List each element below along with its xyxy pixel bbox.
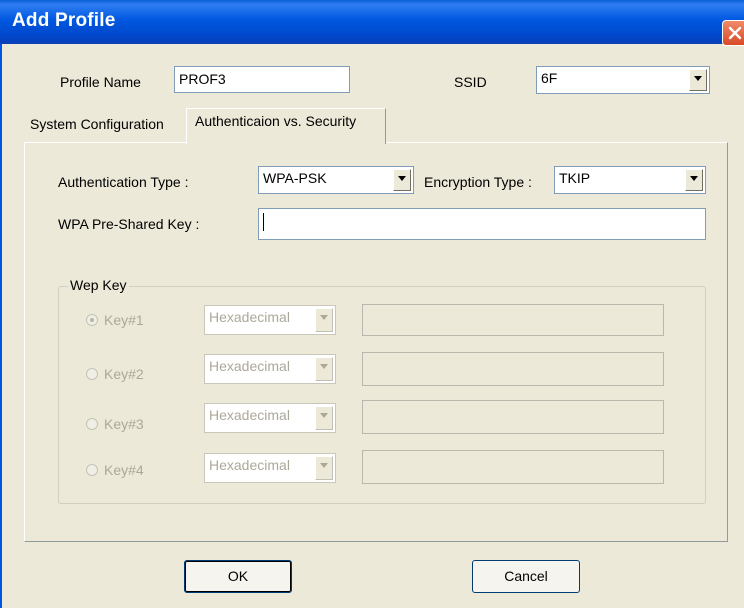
- key1-format-select[interactable]: Hexadecimal: [204, 305, 336, 335]
- chevron-down-icon: [320, 413, 328, 418]
- authentication-type-label: Authentication Type :: [58, 174, 189, 190]
- close-button[interactable]: [722, 20, 744, 46]
- add-profile-dialog: Add Profile Profile Name PROF3 SSID 6F S…: [0, 0, 744, 608]
- ssid-value: 6F: [541, 70, 558, 86]
- key2-format-select[interactable]: Hexadecimal: [204, 354, 336, 384]
- cancel-button[interactable]: Cancel: [472, 560, 580, 593]
- key4-format-value: Hexadecimal: [209, 457, 290, 473]
- key1-label: Key#1: [104, 312, 144, 328]
- ssid-label: SSID: [454, 74, 487, 90]
- key3-format-select[interactable]: Hexadecimal: [204, 403, 336, 433]
- close-icon: [728, 26, 742, 40]
- wep-key-group-label: Wep Key: [68, 277, 129, 293]
- key3-label: Key#3: [104, 416, 144, 432]
- authentication-type-dropdown-button[interactable]: [393, 169, 411, 191]
- tab-authentication-security[interactable]: Authenticaion vs. Security: [186, 108, 386, 144]
- profile-name-input[interactable]: PROF3: [174, 66, 350, 93]
- tab-system-configuration[interactable]: System Configuration: [30, 116, 164, 132]
- key3-format-value: Hexadecimal: [209, 407, 290, 423]
- encryption-type-value: TKIP: [559, 170, 591, 186]
- wpa-psk-input[interactable]: [258, 208, 706, 240]
- wpa-psk-label: WPA Pre-Shared Key :: [58, 216, 200, 232]
- key2-format-value: Hexadecimal: [209, 358, 290, 374]
- encryption-type-label: Encryption Type :: [424, 174, 532, 190]
- key2-input[interactable]: [362, 352, 664, 386]
- key3-format-dropdown-button[interactable]: [315, 406, 333, 430]
- key4-format-dropdown-button[interactable]: [315, 456, 333, 480]
- ssid-dropdown-button[interactable]: [689, 69, 707, 91]
- authentication-type-value: WPA-PSK: [263, 170, 327, 186]
- encryption-type-dropdown-button[interactable]: [685, 169, 703, 191]
- key4-input[interactable]: [362, 450, 664, 484]
- key4-radio[interactable]: [86, 464, 98, 476]
- key1-format-dropdown-button[interactable]: [315, 308, 333, 332]
- key2-label: Key#2: [104, 366, 144, 382]
- chevron-down-icon: [398, 176, 406, 181]
- key4-label: Key#4: [104, 462, 144, 478]
- encryption-type-select[interactable]: TKIP: [554, 166, 706, 194]
- chevron-down-icon: [690, 176, 698, 181]
- authentication-type-select[interactable]: WPA-PSK: [258, 166, 414, 194]
- key1-input[interactable]: [362, 304, 664, 336]
- text-cursor: [263, 213, 264, 232]
- ssid-select[interactable]: 6F: [536, 66, 710, 94]
- chevron-down-icon: [320, 463, 328, 468]
- chevron-down-icon: [320, 315, 328, 320]
- chevron-down-icon: [320, 364, 328, 369]
- title-bar: Add Profile: [0, 0, 744, 44]
- key1-format-value: Hexadecimal: [209, 309, 290, 325]
- key3-input[interactable]: [362, 400, 664, 434]
- profile-name-label: Profile Name: [60, 74, 141, 90]
- window-title: Add Profile: [12, 10, 116, 31]
- key4-format-select[interactable]: Hexadecimal: [204, 453, 336, 483]
- window-frame-left: [0, 44, 2, 608]
- key2-radio[interactable]: [86, 368, 98, 380]
- chevron-down-icon: [694, 76, 702, 81]
- key3-radio[interactable]: [86, 418, 98, 430]
- key2-format-dropdown-button[interactable]: [315, 357, 333, 381]
- tab-authentication-security-label: Authenticaion vs. Security: [195, 113, 357, 129]
- key1-radio[interactable]: [86, 314, 98, 326]
- ok-button[interactable]: OK: [184, 560, 292, 593]
